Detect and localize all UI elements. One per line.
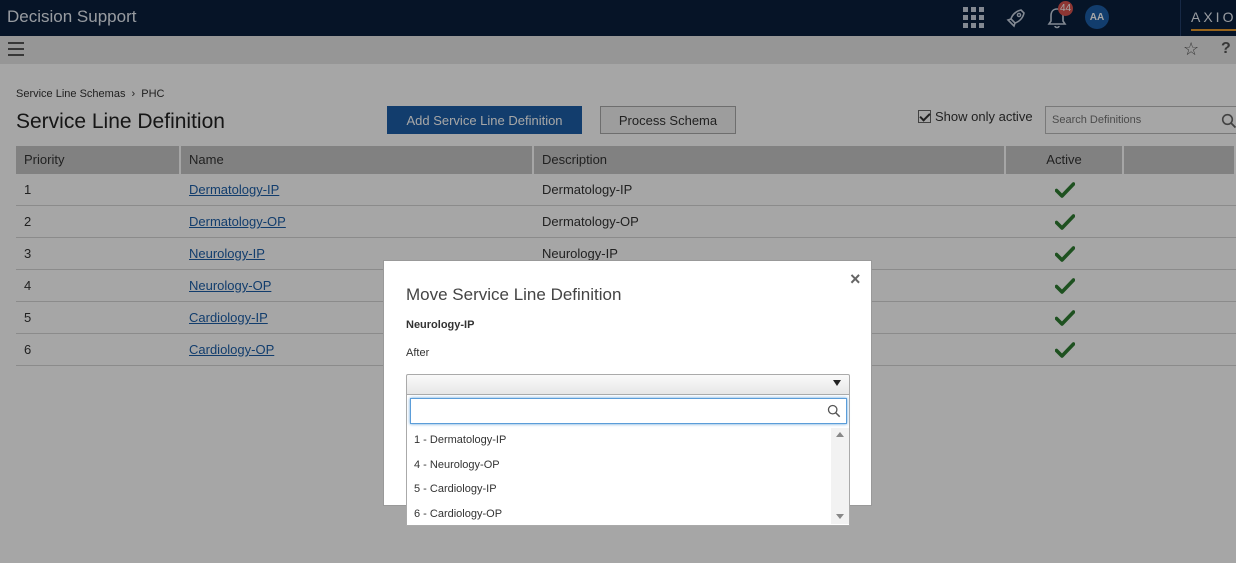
after-label: After xyxy=(406,347,430,359)
dropdown-search-input[interactable] xyxy=(411,399,811,423)
dropdown-option[interactable]: 1 - Dermatology-IP xyxy=(407,428,831,453)
dialog-title: Move Service Line Definition xyxy=(406,285,622,304)
dropdown-search-box xyxy=(410,398,847,424)
dropdown-options: 1 - Dermatology-IP 4 - Neurology-OP 5 - Ca… xyxy=(407,428,831,526)
dropdown-option[interactable]: 6 - Cardiology-OP xyxy=(407,502,831,527)
search-icon xyxy=(827,404,841,423)
after-select[interactable] xyxy=(406,374,850,396)
dropdown-scrollbar[interactable] xyxy=(831,428,849,524)
scroll-down-arrow-icon[interactable] xyxy=(836,514,844,519)
scroll-up-arrow-icon[interactable] xyxy=(836,432,844,437)
dialog-item-name: Neurology-IP xyxy=(406,319,475,331)
dropdown-option[interactable]: 4 - Neurology-OP xyxy=(407,453,831,478)
dropdown-option[interactable]: 5 - Cardiology-IP xyxy=(407,477,831,502)
close-icon[interactable]: × xyxy=(850,269,861,290)
after-dropdown-list: 1 - Dermatology-IP 4 - Neurology-OP 5 - Ca… xyxy=(406,394,850,526)
chevron-down-icon[interactable] xyxy=(833,380,841,386)
